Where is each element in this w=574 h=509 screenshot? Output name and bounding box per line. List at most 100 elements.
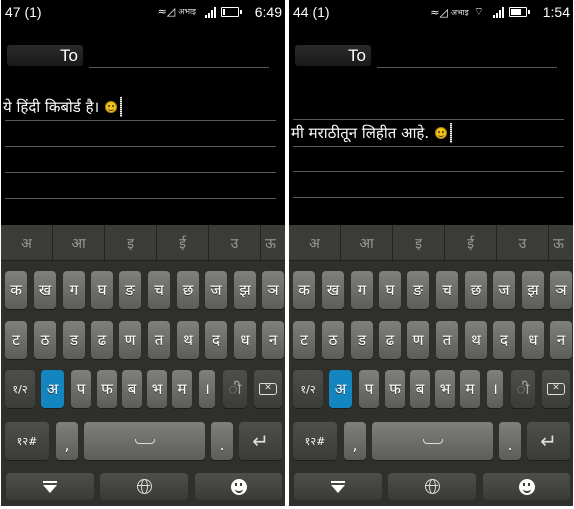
enter-key[interactable]: ↵ <box>527 422 570 460</box>
key-row1-6[interactable]: छ <box>465 271 487 309</box>
page-toggle-key[interactable]: १/२ <box>5 370 35 408</box>
key-row3-3[interactable]: भ <box>147 370 167 408</box>
candidate-item[interactable]: आ <box>53 225 105 261</box>
key-row1-8[interactable]: झ <box>522 271 544 309</box>
key-row2-4[interactable]: ण <box>119 321 141 359</box>
candidate-item[interactable]: ई <box>157 225 209 261</box>
key-row3-1[interactable]: फ <box>385 370 405 408</box>
comma-key[interactable]: , <box>56 422 78 460</box>
key-row1-7[interactable]: ज <box>493 271 515 309</box>
vowel-key[interactable]: अ <box>329 370 352 408</box>
candidate-item[interactable]: ऊ <box>261 225 285 261</box>
key-row3-0[interactable]: प <box>359 370 379 408</box>
danda-key[interactable]: । <box>487 370 503 408</box>
key-row1-8[interactable]: झ <box>234 271 256 309</box>
numbers-key[interactable]: १२# <box>293 422 337 460</box>
backspace-key[interactable]: ✕ <box>542 370 570 408</box>
hide-keyboard-button[interactable] <box>294 473 382 500</box>
recipient-input[interactable] <box>89 67 269 68</box>
key-row3-1[interactable]: फ <box>97 370 117 408</box>
danda-key[interactable]: । <box>199 370 215 408</box>
key-row2-1[interactable]: ठ <box>34 321 56 359</box>
key-row2-1[interactable]: ठ <box>322 321 344 359</box>
key-row1-2[interactable]: ग <box>351 271 373 309</box>
key-row3-0[interactable]: प <box>71 370 91 408</box>
key-row2-0[interactable]: ट <box>5 321 27 359</box>
ruled-line <box>5 172 276 173</box>
key-row3-4[interactable]: म <box>460 370 480 408</box>
space-key[interactable] <box>372 422 493 460</box>
key-row2-6[interactable]: थ <box>177 321 199 359</box>
recipient-input[interactable] <box>377 67 557 68</box>
hide-keyboard-button[interactable] <box>6 473 94 500</box>
key-row1-9[interactable]: ञ <box>550 271 572 309</box>
matra-key[interactable]: ◌ी <box>223 370 247 408</box>
candidate-item[interactable]: इ <box>105 225 157 261</box>
key-row1-3[interactable]: घ <box>91 271 113 309</box>
message-input[interactable]: ये हिंदी किबोर्ड है। <box>3 97 123 117</box>
ruled-line <box>293 171 564 172</box>
to-button[interactable]: To <box>7 45 83 66</box>
candidate-item[interactable]: उ <box>497 225 549 261</box>
key-label: १२# <box>16 434 38 448</box>
key-row1-1[interactable]: ख <box>322 271 344 309</box>
key-row2-3[interactable]: ढ <box>91 321 113 359</box>
emoji-button[interactable] <box>483 473 570 500</box>
key-row1-3[interactable]: घ <box>379 271 401 309</box>
period-key[interactable]: . <box>499 422 521 460</box>
key-row1-9[interactable]: ञ <box>262 271 284 309</box>
candidate-item[interactable]: अ <box>289 225 341 261</box>
key-row2-9[interactable]: न <box>550 321 572 359</box>
input-language-button[interactable] <box>100 473 188 500</box>
key-row2-3[interactable]: ढ <box>379 321 401 359</box>
candidate-item[interactable]: इ <box>393 225 445 261</box>
key-row2-5[interactable]: त <box>436 321 458 359</box>
key-row3-2[interactable]: ब <box>410 370 430 408</box>
candidate-item[interactable]: ई <box>445 225 497 261</box>
space-key[interactable] <box>84 422 205 460</box>
key-row3-2[interactable]: ब <box>122 370 142 408</box>
message-input[interactable]: मी मराठीतून लिहीत आहे. <box>291 123 453 143</box>
key-row2-2[interactable]: ड <box>351 321 373 359</box>
key-row1-2[interactable]: ग <box>63 271 85 309</box>
numbers-key[interactable]: १२# <box>5 422 49 460</box>
key-row1-5[interactable]: च <box>148 271 170 309</box>
backspace-key[interactable]: ✕ <box>254 370 282 408</box>
key-row2-8[interactable]: ध <box>522 321 544 359</box>
input-language-button[interactable] <box>388 473 476 500</box>
candidate-item[interactable]: ऊ <box>549 225 573 261</box>
key-row2-7[interactable]: द <box>493 321 515 359</box>
key-row2-2[interactable]: ड <box>63 321 85 359</box>
key-row1-4[interactable]: ङ <box>119 271 141 309</box>
key-row2-0[interactable]: ट <box>293 321 315 359</box>
key-label: क <box>10 281 22 299</box>
key-row1-5[interactable]: च <box>436 271 458 309</box>
key-row1-1[interactable]: ख <box>34 271 56 309</box>
key-row2-9[interactable]: न <box>262 321 284 359</box>
key-row3-3[interactable]: भ <box>435 370 455 408</box>
page-toggle-key[interactable]: १/२ <box>293 370 323 408</box>
to-button[interactable]: To <box>295 45 371 66</box>
key-row1-0[interactable]: क <box>5 271 27 309</box>
key-row2-5[interactable]: त <box>148 321 170 359</box>
matra-key[interactable]: ◌ी <box>511 370 535 408</box>
candidate-item[interactable]: आ <box>341 225 393 261</box>
emoji-button[interactable] <box>195 473 282 500</box>
key-row1-0[interactable]: क <box>293 271 315 309</box>
key-row1-4[interactable]: ङ <box>407 271 429 309</box>
key-label: ट <box>300 331 308 349</box>
key-row2-6[interactable]: थ <box>465 321 487 359</box>
key-row2-8[interactable]: ध <box>234 321 256 359</box>
comma-key[interactable]: , <box>344 422 366 460</box>
text-cursor <box>450 123 453 143</box>
vowel-key[interactable]: अ <box>41 370 64 408</box>
key-row2-4[interactable]: ण <box>407 321 429 359</box>
period-key[interactable]: . <box>211 422 233 460</box>
enter-key[interactable]: ↵ <box>239 422 282 460</box>
key-row1-7[interactable]: ज <box>205 271 227 309</box>
candidate-item[interactable]: अ <box>1 225 53 261</box>
key-row2-7[interactable]: द <box>205 321 227 359</box>
candidate-item[interactable]: उ <box>209 225 261 261</box>
key-row1-6[interactable]: छ <box>177 271 199 309</box>
key-row3-4[interactable]: म <box>172 370 192 408</box>
